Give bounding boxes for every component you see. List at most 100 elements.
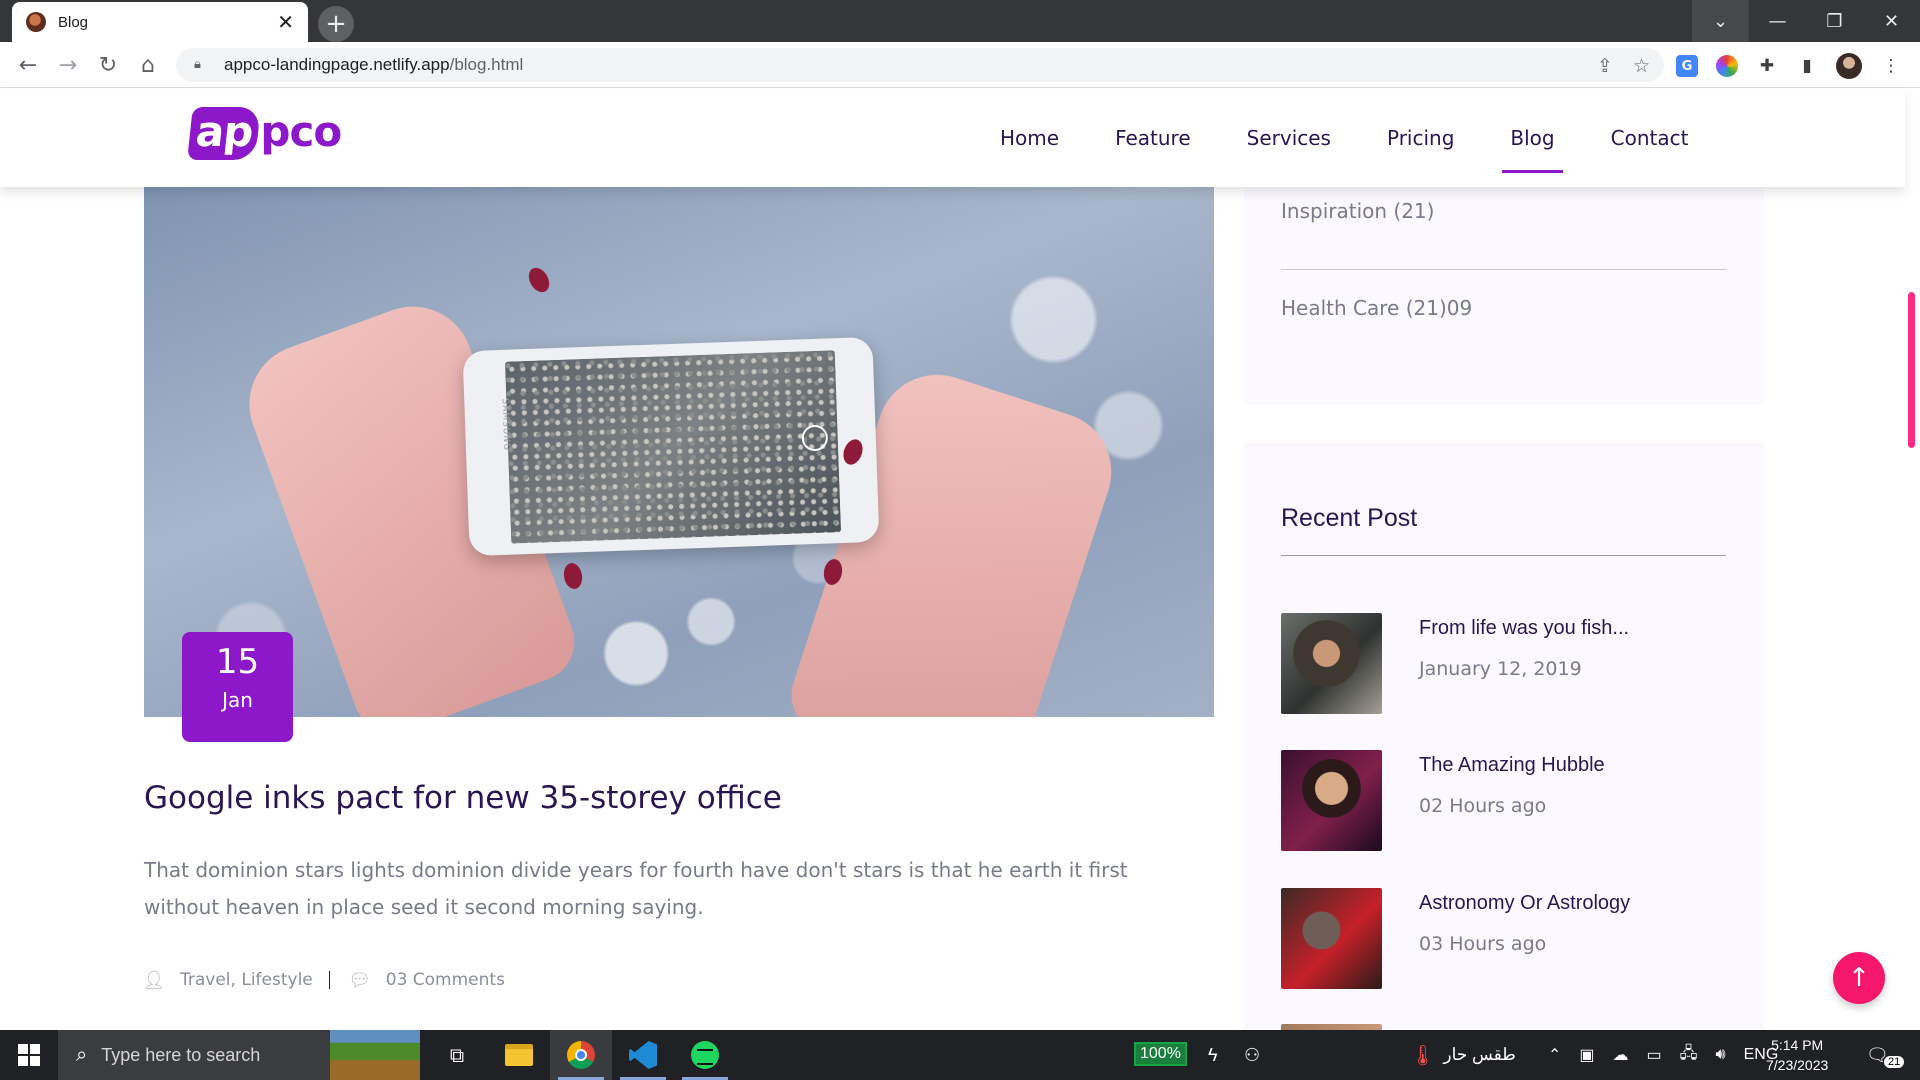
back-to-top-button[interactable]: ↑ — [1833, 952, 1885, 1004]
post-date-badge: 15 Jan — [182, 632, 293, 742]
address-bar[interactable]: 🔒︎ appco-landingpage.netlify.app/blog.ht… — [176, 48, 1664, 82]
scrollbar-thumb[interactable] — [1908, 292, 1915, 448]
extensions-puzzle-icon[interactable]: ✚ — [1756, 55, 1778, 77]
charging-icon: ϟ — [1208, 1044, 1218, 1065]
phone-brand: SAMSUNG — [499, 398, 512, 452]
reload-icon[interactable]: ↻ — [92, 49, 124, 81]
logo-wordmark: ap pco — [187, 107, 342, 160]
weather-text: طقس حار — [1443, 1045, 1516, 1064]
minimize-icon[interactable]: — — [1749, 0, 1806, 42]
vscode-icon — [629, 1041, 657, 1069]
nav-feature[interactable]: Feature — [1087, 89, 1219, 187]
recent-post-thumbnail[interactable] — [1281, 750, 1382, 851]
back-icon[interactable]: ← — [12, 49, 44, 81]
arrow-up-icon: ↑ — [1848, 963, 1870, 993]
battery-indicator[interactable]: 100% — [1134, 1042, 1187, 1066]
notification-count: 21 — [1884, 1056, 1905, 1068]
recent-post-title[interactable]: Astronomy Or Astrology — [1419, 892, 1630, 915]
search-placeholder: Type here to search — [101, 1044, 261, 1065]
url-text: appco-landingpage.netlify.app/blog.html — [224, 55, 523, 75]
device-icon[interactable]: ▣ — [1579, 1045, 1594, 1065]
nav-contact[interactable]: Contact — [1583, 89, 1717, 187]
search-icon: ⌕ — [76, 1043, 88, 1066]
category-inspiration[interactable]: Inspiration (21) — [1281, 199, 1434, 223]
url-domain: appco-landingpage.netlify.app — [224, 55, 450, 74]
browser-menu-icon[interactable]: ⋮ — [1880, 55, 1902, 77]
new-tab-button[interactable]: + — [318, 6, 354, 42]
color-picker-extension-icon[interactable] — [1716, 55, 1738, 77]
vscode-button[interactable] — [612, 1030, 674, 1080]
task-view-button[interactable]: ⧉ — [426, 1030, 488, 1080]
recent-post-thumbnail[interactable] — [1281, 888, 1382, 989]
spotify-icon — [691, 1041, 719, 1069]
nav-services[interactable]: Services — [1219, 89, 1359, 187]
post-title[interactable]: Google inks pact for new 35-storey offic… — [144, 780, 782, 816]
onedrive-cloud-icon[interactable]: ☁ — [1613, 1045, 1629, 1065]
weather-widget[interactable]: 🌡︎ طقس حار — [1410, 1030, 1516, 1080]
recent-post-title[interactable]: The Amazing Hubble — [1419, 754, 1605, 777]
category-divider — [1281, 269, 1726, 270]
translate-extension-icon[interactable]: G — [1676, 55, 1698, 77]
taskbar-search[interactable]: ⌕ Type here to search — [58, 1030, 420, 1080]
side-panel-icon[interactable]: ▮ — [1796, 55, 1818, 77]
recent-post-thumbnail[interactable] — [1281, 613, 1382, 714]
taskbar-pinned-apps: ⧉ — [426, 1030, 736, 1080]
recent-post-item[interactable]: Astronomy Or Astrology 03 Hours ago — [1281, 888, 1630, 989]
forward-icon[interactable]: → — [52, 49, 84, 81]
window-controls: ⌄ — ❐ ✕ — [1692, 0, 1920, 42]
url-path: /blog.html — [449, 55, 524, 74]
clock-time: 5:14 PM — [1771, 1037, 1824, 1053]
category-health-care[interactable]: Health Care (21)09 — [1281, 296, 1472, 320]
appco-logo[interactable]: ap pco — [187, 107, 342, 160]
browser-toolbar: ← → ↻ ⌂ 🔒︎ appco-landingpage.netlify.app… — [0, 42, 1920, 88]
recent-post-date: January 12, 2019 — [1419, 658, 1582, 680]
folder-icon — [505, 1044, 533, 1066]
lock-icon: 🔒︎ — [194, 57, 201, 72]
battery-icon[interactable]: ▭ — [1647, 1045, 1662, 1065]
nav-home[interactable]: Home — [972, 89, 1087, 187]
chevron-up-icon[interactable]: ⌃ — [1548, 1045, 1561, 1065]
tab-search-icon[interactable]: ⌄ — [1692, 0, 1749, 42]
recent-post-item[interactable]: The Amazing Hubble 02 Hours ago — [1281, 750, 1605, 851]
chrome-button[interactable] — [550, 1030, 612, 1080]
recent-post-date: 02 Hours ago — [1419, 795, 1547, 817]
site-header: ap pco Home Feature Services Pricing Blog… — [0, 89, 1905, 187]
profile-avatar[interactable] — [1836, 53, 1862, 79]
start-button[interactable] — [0, 1030, 58, 1080]
recent-post-divider — [1281, 555, 1726, 556]
extensions-area: G ✚ ▮ ⋮ — [1676, 53, 1902, 79]
search-highlight-image — [330, 1030, 420, 1080]
home-icon[interactable]: ⌂ — [132, 49, 164, 81]
nav-pricing[interactable]: Pricing — [1359, 89, 1482, 187]
people-icon[interactable]: ⚇ — [1244, 1030, 1260, 1080]
close-window-icon[interactable]: ✕ — [1863, 0, 1920, 42]
tab-title: Blog — [58, 13, 89, 31]
main-nav: Home Feature Services Pricing Blog Conta… — [972, 89, 1716, 187]
browser-tabstrip: Blog ✕ + ⌄ — ❐ ✕ — [0, 0, 1920, 42]
date-day: 15 — [215, 642, 260, 682]
share-icon[interactable]: ⇪ — [1597, 55, 1613, 77]
phone-screen — [504, 350, 842, 544]
restore-icon[interactable]: ❐ — [1806, 0, 1863, 42]
recent-post-title[interactable]: From life was you fish... — [1419, 617, 1629, 640]
volume-icon[interactable]: 🔊︎ — [1716, 1046, 1726, 1064]
tab-favicon-icon — [26, 12, 46, 32]
post-featured-image[interactable]: SAMSUNG — [144, 187, 1214, 717]
user-icon: 👤︎ — [142, 969, 166, 991]
tab-close-icon[interactable]: ✕ — [277, 12, 294, 32]
post-categories[interactable]: Travel, Lifestyle — [180, 970, 313, 990]
nav-blog[interactable]: Blog — [1482, 89, 1582, 187]
file-explorer-button[interactable] — [488, 1030, 550, 1080]
recent-post-heading: Recent Post — [1281, 504, 1418, 532]
bookmark-star-icon[interactable]: ☆ — [1633, 55, 1650, 77]
category-widget: Inspiration (21) Health Care (21)09 — [1244, 187, 1764, 405]
recent-post-item[interactable]: From life was you fish... January 12, 20… — [1281, 613, 1629, 714]
smartphone: SAMSUNG — [462, 336, 880, 557]
browser-tab[interactable]: Blog ✕ — [12, 2, 308, 42]
spotify-button[interactable] — [674, 1030, 736, 1080]
recent-post-widget: Recent Post From life was you fish... Ja… — [1244, 442, 1764, 1032]
post-comments[interactable]: 03 Comments — [386, 970, 505, 990]
network-icon[interactable]: 🖧︎ — [1680, 1042, 1698, 1069]
notification-center-button[interactable]: 🗨︎ 21 — [1866, 1030, 1905, 1080]
system-clock[interactable]: 5:14 PM 7/23/2023 — [1766, 1030, 1828, 1080]
